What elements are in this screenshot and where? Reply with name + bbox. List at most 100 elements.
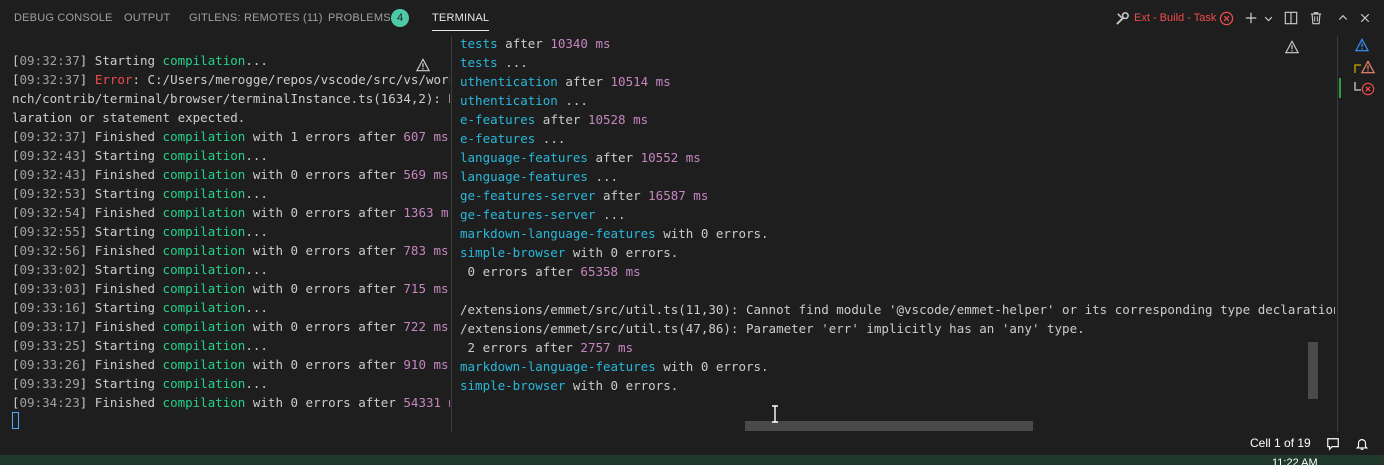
terminal-text: [: [12, 167, 20, 182]
terminal-line: [09:32:37] Finished compilation with 1 e…: [12, 127, 449, 146]
tab-terminal[interactable]: TERMINAL: [432, 0, 490, 36]
terminal-line: [09:32:56] Finished compilation with 0 e…: [12, 241, 449, 260]
terminal-text: with 0 errors after: [245, 281, 404, 296]
terminal-text: compilation: [162, 262, 246, 277]
terminal-text: [: [12, 186, 20, 201]
terminal-text: /extensions/emmet/src/util.ts(47,86): Pa…: [460, 321, 1085, 336]
terminal-text: [: [12, 319, 20, 334]
terminal-line: [09:33:26] Finished compilation with 0 e…: [12, 355, 449, 374]
terminal-text: compilation: [162, 395, 246, 410]
info-icon[interactable]: [1353, 36, 1371, 54]
terminal-text: with 0 errors after: [245, 205, 404, 220]
terminal-text: [: [12, 262, 20, 277]
feedback-icon[interactable]: [1324, 435, 1342, 453]
tab-gitlens-remotes[interactable]: GITLENS: REMOTES (11): [189, 0, 323, 36]
terminal-text: compilation: [162, 281, 246, 296]
warning-icon[interactable]: [414, 56, 432, 74]
terminal-text: 10340 ms: [550, 36, 611, 51]
terminal-text: compilation: [162, 205, 246, 220]
terminal-text: 09:34:23: [19, 395, 80, 410]
terminal-text: : C:/Users/merogge/repos/vscode/src/vs/w…: [132, 72, 450, 87]
terminal-cursor: [12, 412, 19, 429]
warning-icon[interactable]: [1359, 58, 1377, 76]
chevron-up-icon[interactable]: [1334, 9, 1352, 27]
terminal-line: simple-browser with 0 errors.: [460, 376, 678, 395]
terminal-text: ]: [79, 72, 95, 87]
terminal-text: with 1 errors after: [245, 129, 404, 144]
terminal-line: [09:32:37] Starting compilation...: [12, 51, 268, 70]
terminal-text: ] Finished: [79, 357, 163, 372]
terminal-text: 09:32:43: [19, 148, 80, 163]
terminal-text: ...: [245, 186, 268, 201]
plus-icon[interactable]: [1242, 9, 1260, 27]
terminal-text: ] Starting: [79, 262, 163, 277]
terminal-text: 09:33:26: [19, 357, 80, 372]
tab-debug-console[interactable]: DEBUG CONSOLE: [14, 0, 113, 36]
os-taskbar: 11:22 AM: [0, 455, 1384, 465]
split-icon[interactable]: [1282, 9, 1300, 27]
error-circle-icon[interactable]: [1359, 80, 1377, 98]
terminal-text: e-features: [460, 131, 536, 146]
terminal-line: [09:33:03] Finished compilation with 0 e…: [12, 279, 449, 298]
terminal-line: tests after 10340 ms: [460, 36, 611, 53]
tab-problems[interactable]: PROBLEMS: [328, 0, 391, 36]
terminal-line: laration or statement expected.: [12, 108, 245, 127]
close-icon[interactable]: [1356, 9, 1374, 27]
task-selector-label[interactable]: Ext - Build - Task: [1134, 0, 1216, 36]
terminal-text: compilation: [162, 243, 246, 258]
terminal-tabs-divider: [1337, 36, 1338, 432]
tools-icon[interactable]: [1113, 9, 1131, 27]
terminal-text: after: [587, 150, 641, 165]
terminal-text: simple-browser: [460, 245, 566, 260]
terminal-line: [09:33:16] Starting compilation...: [12, 298, 268, 317]
terminal-text: ] Starting: [79, 224, 163, 239]
bell-icon[interactable]: [1353, 435, 1371, 453]
terminal-text: ] Finished: [79, 205, 163, 220]
terminal-text: tests: [460, 55, 498, 70]
warning-icon[interactable]: [1283, 38, 1301, 56]
terminal-line: [09:33:17] Finished compilation with 0 e…: [12, 317, 449, 336]
terminal-text: with 0 errors after: [245, 357, 404, 372]
terminal-line: /extensions/emmet/src/util.ts(47,86): Pa…: [460, 319, 1085, 338]
active-terminal-indicator: [1339, 78, 1341, 98]
error-circle-icon: [1217, 9, 1235, 27]
horizontal-scrollbar-thumb[interactable]: [745, 421, 1033, 431]
terminal-right-pane[interactable]: tests after 10340 ms tests ... uthenticati…: [453, 36, 1335, 432]
terminal-line: uthentication ...: [460, 91, 588, 110]
terminal-line: [09:32:37] Error: C:/Users/merogge/repos…: [12, 70, 450, 89]
tab-output[interactable]: OUTPUT: [124, 0, 170, 36]
terminal-text: uthentication: [460, 74, 558, 89]
terminal-text: 1363 ms: [403, 205, 450, 220]
chevron-down-icon[interactable]: [1259, 9, 1277, 27]
terminal-left-pane[interactable]: [09:32:37] Starting compilation... [09:32…: [0, 36, 450, 432]
text-cursor-icon: [766, 405, 784, 423]
terminal-text: ] Starting: [79, 300, 163, 315]
problems-count-badge: 4: [391, 9, 409, 27]
terminal-text: 10514 ms: [610, 74, 671, 89]
terminal-text: after: [535, 112, 588, 127]
terminal-line: ge-features-server after 16587 ms: [460, 186, 708, 205]
terminal-text: ...: [245, 53, 268, 68]
terminal-text: ...: [245, 148, 268, 163]
terminal-text: 09:33:29: [19, 376, 80, 391]
terminal-text: 09:32:37: [19, 72, 80, 87]
terminal-line: [09:33:25] Starting compilation...: [12, 336, 268, 355]
terminal-text: 2757 ms: [580, 340, 634, 355]
trash-icon[interactable]: [1307, 9, 1325, 27]
cell-position-indicator[interactable]: Cell 1 of 19: [1250, 432, 1311, 455]
terminal-line: [09:34:23] Finished compilation with 0 e…: [12, 393, 450, 412]
terminal-line: [09:32:54] Finished compilation with 0 e…: [12, 203, 450, 222]
terminal-line: /extensions/emmet/src/util.ts(11,30): Ca…: [460, 300, 1335, 319]
terminal-text: compilation: [162, 148, 246, 163]
terminal-split-divider[interactable]: [451, 36, 452, 432]
terminal-text: with 0 errors after: [245, 395, 404, 410]
terminal-text: 569 ms: [403, 167, 449, 182]
terminal-text: compilation: [162, 338, 246, 353]
terminal-text: 09:33:16: [19, 300, 80, 315]
terminal-text: 09:32:53: [19, 186, 80, 201]
terminal-text: language-features: [460, 169, 588, 184]
vertical-scrollbar-thumb[interactable]: [1308, 342, 1318, 399]
terminal-line: uthentication after 10514 ms: [460, 72, 671, 91]
terminal-text: with 0 errors.: [655, 359, 769, 374]
terminal-text: ] Finished: [79, 167, 163, 182]
